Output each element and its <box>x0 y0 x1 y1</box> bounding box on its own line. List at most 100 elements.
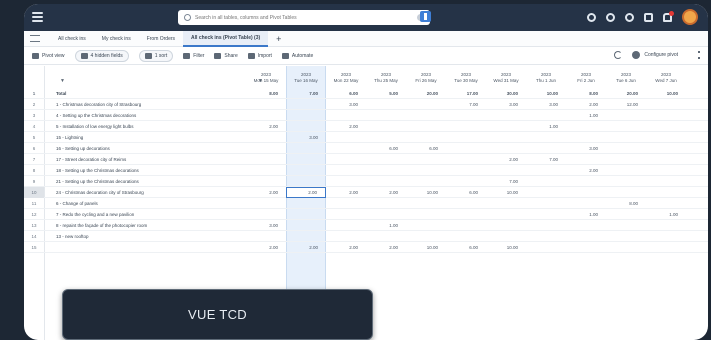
table-cell[interactable] <box>366 198 406 209</box>
table-cell[interactable] <box>406 231 446 242</box>
table-cell[interactable] <box>486 231 526 242</box>
table-row[interactable]: 6 16 - Setting up decorations 6.00 6.00 3.00 <box>24 143 708 154</box>
table-cell[interactable] <box>526 209 566 220</box>
table-cell[interactable] <box>406 220 446 231</box>
table-cell[interactable]: 6.00 <box>446 187 486 198</box>
table-cell[interactable] <box>566 242 606 253</box>
column-header[interactable]: 2023 Tue 6 Jun <box>606 72 646 83</box>
table-cell[interactable]: 6.00 <box>446 242 486 253</box>
table-cell[interactable] <box>326 220 366 231</box>
table-cell[interactable] <box>646 110 686 121</box>
table-row[interactable]: 11 6 - Change of panels 8.00 <box>24 198 708 209</box>
table-cell[interactable]: 8.00 <box>606 198 646 209</box>
table-cell[interactable] <box>326 176 366 187</box>
table-cell[interactable] <box>246 176 286 187</box>
table-cell[interactable]: 6.00 <box>366 143 406 154</box>
table-cell[interactable] <box>526 242 566 253</box>
help-icon[interactable] <box>625 12 634 22</box>
table-cell[interactable] <box>246 110 286 121</box>
notifications-icon[interactable] <box>663 10 674 22</box>
column-header[interactable]: 2023 Tue 16 May <box>286 72 326 83</box>
table-cell[interactable] <box>326 143 366 154</box>
table-cell[interactable] <box>286 209 326 220</box>
table-cell[interactable] <box>606 121 646 132</box>
table-cell[interactable] <box>646 143 686 154</box>
table-cell[interactable]: 20.00 <box>406 88 446 99</box>
tab-from-orders[interactable]: From Orders <box>139 31 183 47</box>
table-cell[interactable] <box>246 231 286 242</box>
column-header[interactable]: 2023 Mon 22 May <box>326 72 366 83</box>
table-cell[interactable] <box>406 132 446 143</box>
search-input[interactable] <box>195 14 395 21</box>
column-header[interactable]: 2023 Fri 26 May <box>406 72 446 83</box>
tab-pivot-table[interactable]: All check ins (Pivot Table) (3) <box>183 30 269 47</box>
table-cell[interactable]: 3.00 <box>246 220 286 231</box>
table-cell[interactable]: 3.00 <box>486 99 526 110</box>
table-cell[interactable] <box>406 99 446 110</box>
table-cell[interactable]: 3.00 <box>526 99 566 110</box>
table-cell[interactable] <box>446 132 486 143</box>
table-cell[interactable]: 10.00 <box>406 242 446 253</box>
table-row[interactable]: 9 21 - Setting up the Christmas decoratio… <box>24 176 708 187</box>
table-cell[interactable]: 7.00 <box>486 176 526 187</box>
menu-icon[interactable] <box>32 12 43 22</box>
table-cell[interactable] <box>246 198 286 209</box>
table-row[interactable]: 10 24 - Christmas decoration city of Stra… <box>24 187 708 198</box>
table-cell[interactable] <box>366 132 406 143</box>
table-row[interactable]: 8 18 - Setting up the Christmas decoratio… <box>24 165 708 176</box>
table-row[interactable]: 15 2.00 2.00 2.00 2.00 10.00 6.00 10.00 <box>24 242 708 253</box>
table-cell[interactable] <box>406 198 446 209</box>
table-cell[interactable] <box>606 176 646 187</box>
table-cell[interactable] <box>646 121 686 132</box>
table-cell[interactable] <box>406 165 446 176</box>
table-cell[interactable] <box>646 154 686 165</box>
table-cell[interactable]: 20.00 <box>606 88 646 99</box>
table-cell[interactable] <box>606 165 646 176</box>
table-cell[interactable] <box>446 165 486 176</box>
table-row[interactable]: 12 7 - Redo the cycling and a new pavilio… <box>24 209 708 220</box>
table-cell[interactable] <box>326 154 366 165</box>
table-cell[interactable] <box>646 220 686 231</box>
table-row[interactable]: 2 1 - Christmas decoration city of Strasb… <box>24 99 708 110</box>
table-cell[interactable] <box>646 242 686 253</box>
table-cell[interactable] <box>406 209 446 220</box>
table-cell[interactable] <box>646 165 686 176</box>
table-cell[interactable]: 2.00 <box>326 121 366 132</box>
table-cell[interactable]: 7.00 <box>526 154 566 165</box>
table-cell[interactable] <box>286 165 326 176</box>
table-cell[interactable] <box>246 165 286 176</box>
table-cell[interactable]: 2.00 <box>286 242 326 253</box>
table-cell[interactable] <box>566 154 606 165</box>
table-cell[interactable] <box>566 176 606 187</box>
table-cell[interactable] <box>286 176 326 187</box>
table-cell[interactable]: 2.00 <box>246 242 286 253</box>
share-button[interactable]: Share <box>214 52 238 59</box>
table-cell[interactable] <box>646 187 686 198</box>
table-cell[interactable]: 7.00 <box>446 99 486 110</box>
table-cell[interactable] <box>446 121 486 132</box>
table-cell[interactable]: 6.00 <box>406 143 446 154</box>
sort-button[interactable]: 1 sort <box>138 49 174 62</box>
table-cell[interactable]: 17.00 <box>446 88 486 99</box>
table-cell[interactable]: 10.00 <box>486 242 526 253</box>
column-header[interactable]: 2023 Wed 7 Jun <box>646 72 686 83</box>
table-cell[interactable]: 2.00 <box>246 187 286 198</box>
table-cell[interactable] <box>606 187 646 198</box>
table-cell[interactable] <box>286 231 326 242</box>
more-options-icon[interactable] <box>698 51 700 59</box>
table-cell[interactable]: 2.00 <box>366 242 406 253</box>
tab-my-check-ins[interactable]: My check ins <box>94 31 139 47</box>
table-cell[interactable] <box>486 165 526 176</box>
table-cell[interactable]: 12.00 <box>606 99 646 110</box>
calendar-icon[interactable] <box>644 12 653 22</box>
table-cell[interactable] <box>606 132 646 143</box>
add-tab-icon[interactable]: + <box>276 34 281 44</box>
row-header-sort-icon[interactable]: ▼ <box>60 78 65 84</box>
table-cell[interactable] <box>446 231 486 242</box>
table-cell[interactable]: 10.00 <box>646 88 686 99</box>
table-cell[interactable]: 1.00 <box>646 209 686 220</box>
table-cell[interactable]: 1.00 <box>566 110 606 121</box>
table-cell[interactable] <box>486 143 526 154</box>
table-cell[interactable]: 2.00 <box>246 121 286 132</box>
table-cell[interactable]: 8.00 <box>566 88 606 99</box>
